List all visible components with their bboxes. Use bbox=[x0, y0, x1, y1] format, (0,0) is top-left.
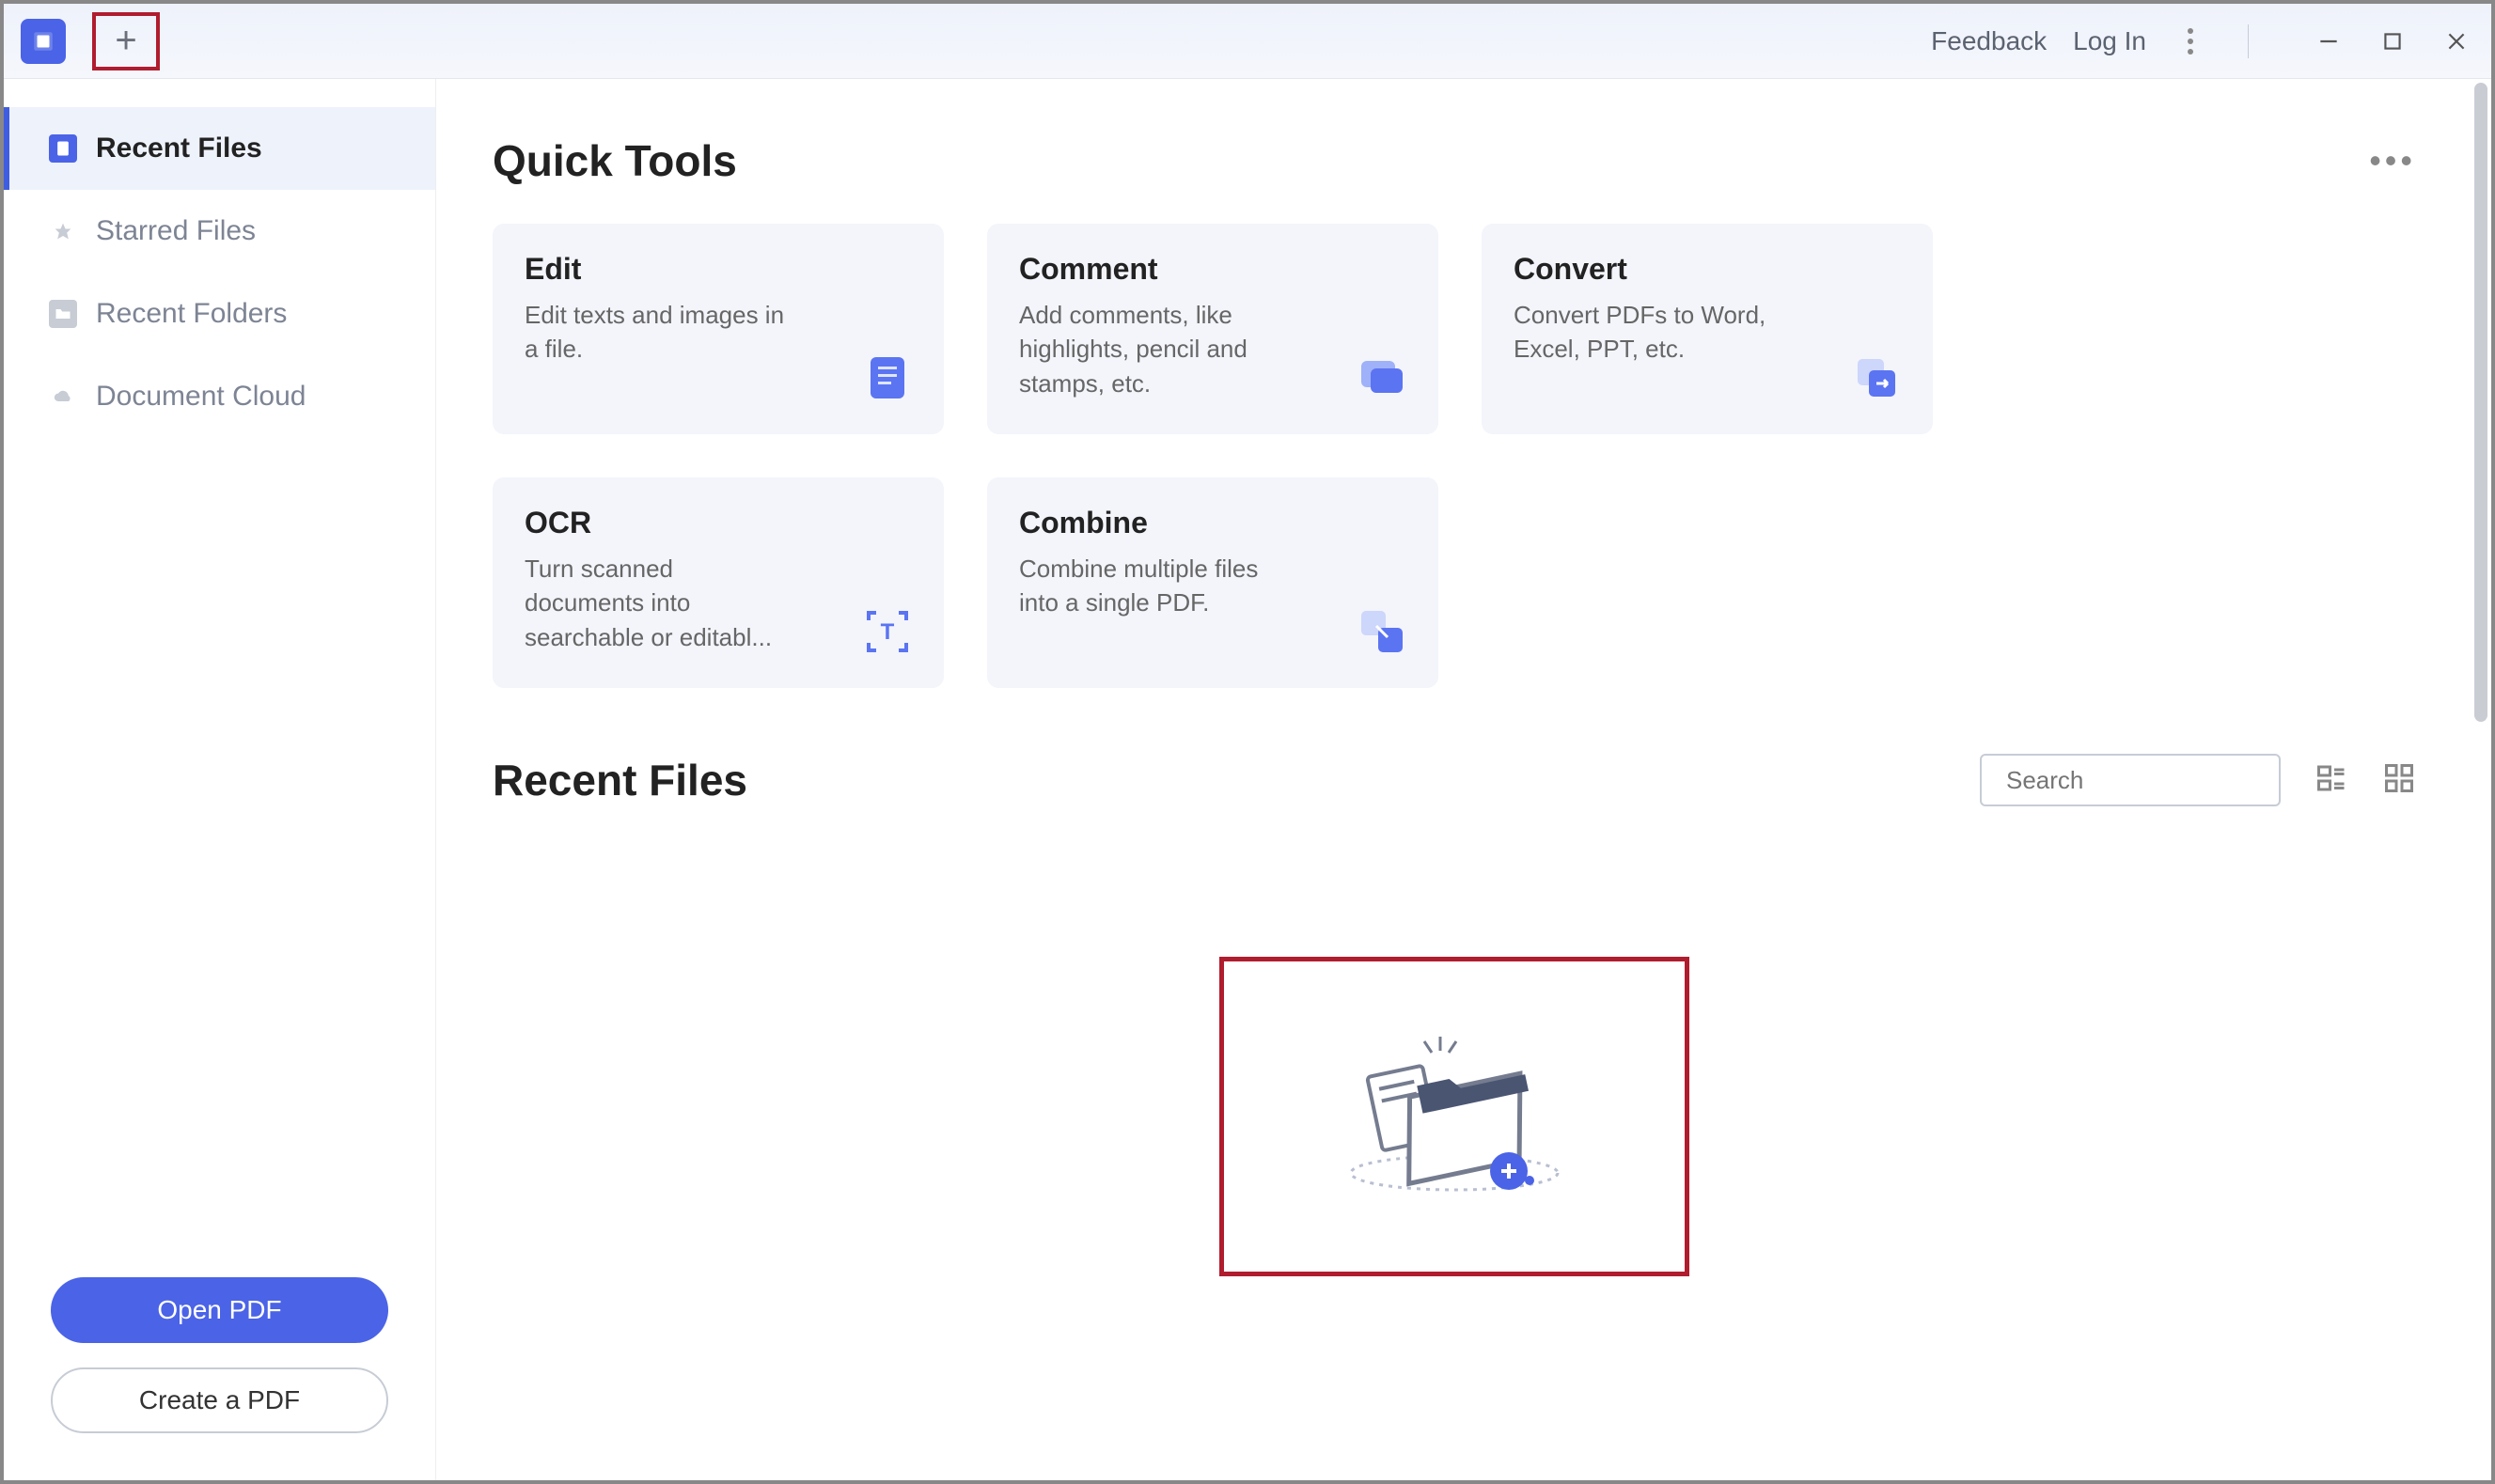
tool-title: OCR bbox=[525, 506, 912, 540]
sidebar-item-starred-files[interactable]: Starred Files bbox=[4, 190, 435, 273]
tool-desc: Turn scanned documents into searchable o… bbox=[525, 552, 788, 654]
empty-state-dropzone[interactable] bbox=[1219, 957, 1689, 1276]
tool-title: Convert bbox=[1514, 252, 1901, 287]
sidebar-item-label: Recent Folders bbox=[96, 298, 287, 330]
plus-icon: + bbox=[115, 20, 136, 62]
star-icon bbox=[49, 217, 77, 245]
folder-icon bbox=[49, 300, 77, 328]
scrollbar[interactable] bbox=[2474, 83, 2487, 722]
menu-kebab-icon[interactable] bbox=[2173, 23, 2208, 59]
tool-desc: Edit texts and images in a file. bbox=[525, 298, 788, 367]
cloud-icon bbox=[49, 383, 77, 411]
app-logo[interactable] bbox=[21, 19, 66, 64]
app-window: + Feedback Log In Recent Files bbox=[0, 0, 2495, 1484]
sidebar-item-recent-files[interactable]: Recent Files bbox=[4, 107, 435, 190]
tool-combine[interactable]: Combine Combine multiple files into a si… bbox=[987, 477, 1438, 688]
open-pdf-button[interactable]: Open PDF bbox=[51, 1277, 388, 1343]
ocr-icon: T bbox=[857, 601, 918, 662]
sidebar: Recent Files Starred Files Recent Folder… bbox=[4, 79, 436, 1480]
comment-icon bbox=[1352, 348, 1412, 408]
separator bbox=[2248, 24, 2249, 58]
tool-desc: Add comments, like highlights, pencil an… bbox=[1019, 298, 1282, 400]
main-content: Quick Tools ••• Edit Edit texts and imag… bbox=[436, 79, 2491, 1480]
quick-tools-title: Quick Tools bbox=[493, 135, 737, 186]
titlebar: + Feedback Log In bbox=[4, 4, 2491, 79]
feedback-link[interactable]: Feedback bbox=[1931, 26, 2047, 56]
create-pdf-button[interactable]: Create a PDF bbox=[51, 1367, 388, 1433]
recent-files-title: Recent Files bbox=[493, 755, 747, 805]
svg-text:T: T bbox=[881, 619, 895, 645]
tool-title: Combine bbox=[1019, 506, 1406, 540]
convert-icon bbox=[1846, 348, 1907, 408]
tool-title: Comment bbox=[1019, 252, 1406, 287]
edit-icon bbox=[857, 348, 918, 408]
new-tab-button[interactable]: + bbox=[92, 12, 160, 70]
tool-desc: Convert PDFs to Word, Excel, PPT, etc. bbox=[1514, 298, 1777, 367]
file-icon bbox=[49, 134, 77, 163]
tool-convert[interactable]: Convert Convert PDFs to Word, Excel, PPT… bbox=[1482, 224, 1933, 434]
maximize-button[interactable] bbox=[2375, 23, 2410, 59]
tool-ocr[interactable]: OCR Turn scanned documents into searchab… bbox=[493, 477, 944, 688]
sidebar-item-label: Recent Files bbox=[96, 133, 262, 164]
grid-view-icon[interactable] bbox=[2382, 761, 2416, 800]
more-icon[interactable]: ••• bbox=[2369, 141, 2416, 180]
sidebar-item-document-cloud[interactable]: Document Cloud bbox=[4, 355, 435, 438]
close-button[interactable] bbox=[2439, 23, 2474, 59]
sidebar-item-recent-folders[interactable]: Recent Folders bbox=[4, 273, 435, 355]
search-box[interactable] bbox=[1980, 754, 2281, 806]
tool-comment[interactable]: Comment Add comments, like highlights, p… bbox=[987, 224, 1438, 434]
sidebar-item-label: Starred Files bbox=[96, 215, 256, 247]
tool-desc: Combine multiple files into a single PDF… bbox=[1019, 552, 1282, 620]
empty-folder-illustration bbox=[1313, 1013, 1595, 1220]
minimize-button[interactable] bbox=[2311, 23, 2346, 59]
sidebar-item-label: Document Cloud bbox=[96, 381, 306, 413]
list-view-icon[interactable] bbox=[2315, 761, 2348, 800]
search-input[interactable] bbox=[2006, 766, 2321, 795]
tool-title: Edit bbox=[525, 252, 912, 287]
login-link[interactable]: Log In bbox=[2073, 26, 2146, 56]
tool-edit[interactable]: Edit Edit texts and images in a file. bbox=[493, 224, 944, 434]
combine-icon bbox=[1352, 601, 1412, 662]
